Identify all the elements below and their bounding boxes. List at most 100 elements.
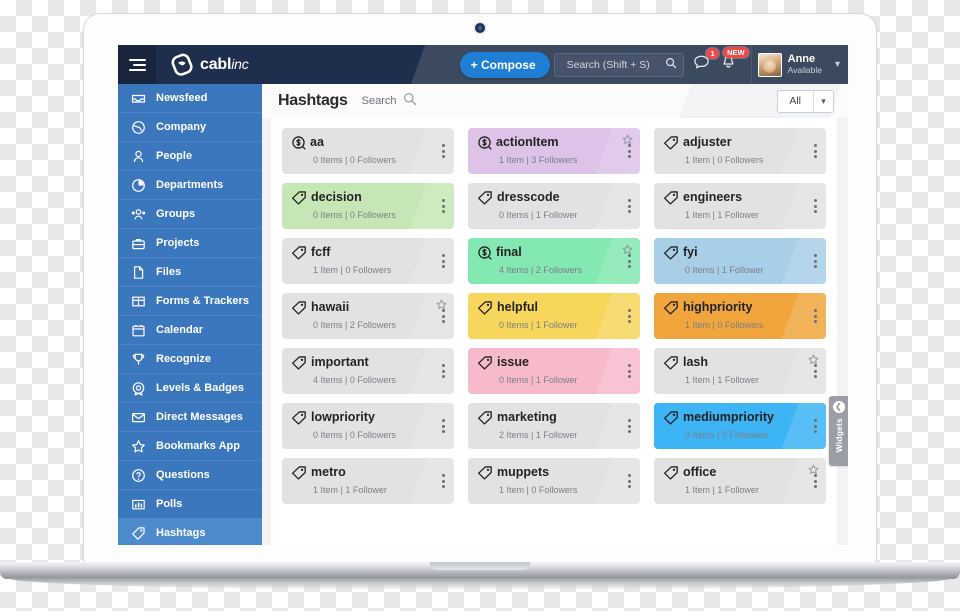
avatar xyxy=(757,52,782,77)
sidebar-item-hashtags[interactable]: Hashtags xyxy=(118,519,262,545)
hashtag-card[interactable]: engineers 1 Item | 1 Follower xyxy=(654,183,826,229)
hashtag-card-menu-button[interactable] xyxy=(628,309,631,326)
hashtag-card[interactable]: mediumpriority 0 Items | 0 Followers xyxy=(654,403,826,449)
hashtag-card[interactable]: helpful 0 Items | 1 Follower xyxy=(468,293,640,339)
dot xyxy=(628,204,631,208)
dot xyxy=(628,309,631,312)
global-search-box[interactable] xyxy=(553,52,684,77)
hashtag-cards-panel: aa 0 Items | 0 Followers actionItem 1 Item … xyxy=(271,118,837,545)
dot xyxy=(442,424,445,428)
page-search-label[interactable]: Search xyxy=(362,95,397,107)
hashtag-card-menu-button[interactable] xyxy=(442,144,445,161)
sidebar-item-people[interactable]: People xyxy=(118,142,262,171)
hashtag-card[interactable]: lash 1 Item | 1 Follower xyxy=(654,348,826,394)
hashtag-card[interactable]: metro 1 Item | 1 Follower xyxy=(282,458,454,504)
tag-icon xyxy=(477,410,493,425)
sidebar-item-files[interactable]: Files xyxy=(118,258,262,287)
tag-icon xyxy=(477,355,493,370)
sidebar-item-projects[interactable]: Projects xyxy=(118,229,262,258)
hashtag-name: lash xyxy=(683,354,709,369)
compose-button[interactable]: + Compose xyxy=(459,51,550,78)
sidebar-item-direct-messages[interactable]: Direct Messages xyxy=(118,403,262,432)
dot xyxy=(442,369,445,373)
sidebar-item-bookmarks-app[interactable]: Bookmarks App xyxy=(118,432,262,461)
sidebar-item-newsfeed[interactable]: Newsfeed xyxy=(118,84,262,113)
hashtag-card-menu-button[interactable] xyxy=(628,254,631,271)
sidebar-item-calendar[interactable]: Calendar xyxy=(118,316,262,345)
search-input[interactable] xyxy=(564,57,665,72)
hashtag-card[interactable]: final 4 Items | 2 Followers xyxy=(468,238,640,284)
search-icon[interactable] xyxy=(665,56,677,74)
sidebar-item-questions[interactable]: Questions xyxy=(118,461,262,490)
dot xyxy=(442,375,445,378)
webcam-icon xyxy=(475,23,485,33)
tag-icon xyxy=(663,300,679,315)
hashtag-card[interactable]: office 1 Item | 1 Follower xyxy=(654,458,826,504)
main-content: Hashtags Search All ▾ aa 0 Items | 0 Foll… xyxy=(262,84,848,545)
dot xyxy=(442,479,445,483)
hashtag-card-menu-button[interactable] xyxy=(814,364,817,381)
hashtag-card-menu-button[interactable] xyxy=(814,254,817,271)
hashtag-card-menu-button[interactable] xyxy=(442,419,445,436)
hashtag-card[interactable]: actionItem 1 Item | 3 Followers xyxy=(468,128,640,174)
hashtag-card-menu-button[interactable] xyxy=(628,199,631,216)
widgets-panel-toggle[interactable]: ❮ Widgets xyxy=(829,396,848,466)
tag-icon xyxy=(291,410,307,425)
dot xyxy=(442,485,445,488)
hashtag-name: mediumpriority xyxy=(683,409,774,424)
hashtag-card-menu-button[interactable] xyxy=(814,419,817,436)
sidebar-item-company[interactable]: Company xyxy=(118,113,262,142)
sidebar-item-polls[interactable]: Polls xyxy=(118,490,262,519)
dot xyxy=(814,254,817,257)
notifications-button[interactable]: NEW xyxy=(721,47,749,75)
hashtag-card[interactable]: fcff 1 Item | 0 Followers xyxy=(282,238,454,284)
dot xyxy=(628,149,631,153)
hashtag-name: office xyxy=(683,464,717,479)
hashtag-card[interactable]: decision 0 Items | 0 Followers xyxy=(282,183,454,229)
dot xyxy=(814,199,817,202)
user-menu[interactable]: Anne Available ▾ xyxy=(750,45,848,84)
hashtag-card-menu-button[interactable] xyxy=(628,144,631,161)
chevron-down-icon[interactable]: ▾ xyxy=(835,59,840,70)
hashtag-card-menu-button[interactable] xyxy=(628,474,631,491)
hashtag-card-menu-button[interactable] xyxy=(814,199,817,216)
hashtag-card-menu-button[interactable] xyxy=(628,419,631,436)
hashtag-card[interactable]: highpriority 1 Item | 0 Followers xyxy=(654,293,826,339)
hashtag-card[interactable]: marketing 2 Items | 1 Follower xyxy=(468,403,640,449)
sidebar-item-departments[interactable]: Departments xyxy=(118,171,262,200)
brand-logo[interactable]: cablinc xyxy=(156,45,249,84)
hashtag-card-menu-button[interactable] xyxy=(628,364,631,381)
sidebar-item-recognize[interactable]: Recognize xyxy=(118,345,262,374)
sidebar-item-groups[interactable]: Groups xyxy=(118,200,262,229)
hashtag-card-menu-button[interactable] xyxy=(442,309,445,326)
hashtag-stats: 1 Item | 1 Follower xyxy=(313,485,387,495)
hashtag-card[interactable]: important 4 Items | 0 Followers xyxy=(282,348,454,394)
hashtag-card-title-row: metro xyxy=(291,465,428,480)
hashtag-card[interactable]: hawaii 0 Items | 2 Followers xyxy=(282,293,454,339)
hashtag-card-title-row: highpriority xyxy=(663,300,800,315)
sidebar-item-levels-badges[interactable]: Levels & Badges xyxy=(118,374,262,403)
hashtag-card-menu-button[interactable] xyxy=(442,254,445,271)
hashtag-card[interactable]: adjuster 1 Item | 0 Followers xyxy=(654,128,826,174)
hashtag-card-title-row: lowpriority xyxy=(291,410,428,425)
hashtag-card-menu-button[interactable] xyxy=(442,199,445,216)
sidebar-item-forms-trackers[interactable]: Forms & Trackers xyxy=(118,287,262,316)
hashtag-card[interactable]: muppets 1 Item | 0 Followers xyxy=(468,458,640,504)
hashtag-card[interactable]: lowpriority 0 Items | 0 Followers xyxy=(282,403,454,449)
hashtag-card-menu-button[interactable] xyxy=(814,144,817,161)
filter-dropdown[interactable]: All ▾ xyxy=(777,89,834,113)
hashtag-card[interactable]: dresscode 0 Items | 1 Follower xyxy=(468,183,640,229)
hashtag-card[interactable]: fyi 0 Items | 1 Follower xyxy=(654,238,826,284)
chevron-down-icon[interactable]: ▾ xyxy=(813,90,833,112)
hamburger-menu-button[interactable] xyxy=(118,45,156,84)
hashtag-card-menu-button[interactable] xyxy=(442,474,445,491)
hashtag-name: muppets xyxy=(497,464,550,479)
messages-button[interactable]: 1 xyxy=(693,48,719,75)
hashtag-card[interactable]: aa 0 Items | 0 Followers xyxy=(282,128,454,174)
hashtag-card-menu-button[interactable] xyxy=(814,474,817,491)
hashtag-card-menu-button[interactable] xyxy=(442,364,445,381)
search-icon[interactable] xyxy=(403,92,417,111)
hashtag-card-menu-button[interactable] xyxy=(814,309,817,326)
hashtag-card[interactable]: issue 0 Items | 1 Follower xyxy=(468,348,640,394)
sidebar-item-label: Departments xyxy=(156,179,224,191)
